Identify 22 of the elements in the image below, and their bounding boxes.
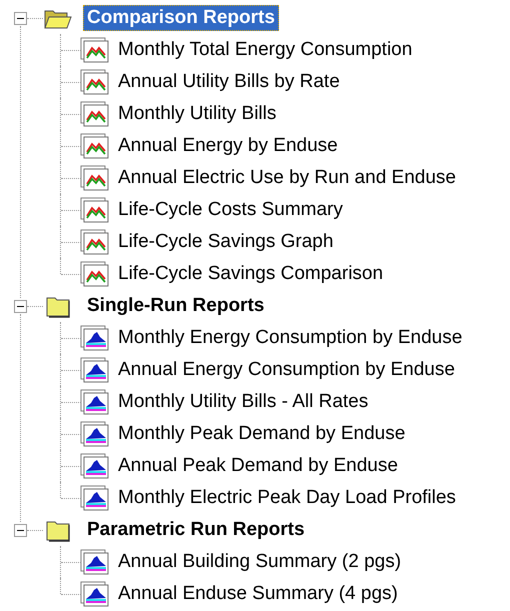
report-label[interactable]: Annual Enduse Summary (4 pgs) — [118, 583, 398, 605]
report-label[interactable]: Monthly Utility Bills - All Rates — [118, 391, 368, 413]
report-label[interactable]: Monthly Total Energy Consumption — [118, 39, 412, 61]
collapse-toggle[interactable] — [14, 12, 27, 24]
collapse-toggle[interactable] — [14, 300, 27, 312]
report-label[interactable]: Monthly Utility Bills — [118, 103, 276, 125]
folder-label[interactable]: Single-Run Reports — [83, 293, 268, 319]
report-label[interactable]: Life-Cycle Costs Summary — [118, 199, 343, 221]
report-label[interactable]: Annual Energy by Enduse — [118, 135, 338, 157]
report-label[interactable]: Monthly Electric Peak Day Load Profiles — [118, 487, 456, 509]
report-label[interactable]: Annual Electric Use by Run and Enduse — [118, 167, 456, 189]
folder-label[interactable]: Parametric Run Reports — [83, 517, 309, 543]
report-label[interactable]: Monthly Peak Demand by Enduse — [118, 423, 406, 445]
report-label[interactable]: Annual Building Summary (2 pgs) — [118, 551, 402, 573]
report-label[interactable]: Annual Energy Consumption by Enduse — [118, 359, 455, 381]
report-label[interactable]: Life-Cycle Savings Comparison — [118, 263, 384, 285]
report-label[interactable]: Annual Utility Bills by Rate — [118, 71, 340, 93]
report-label[interactable]: Monthly Energy Consumption by Enduse — [118, 327, 462, 349]
report-label[interactable]: Annual Peak Demand by Enduse — [118, 455, 398, 477]
folder-label[interactable]: Comparison Reports — [83, 5, 279, 31]
report-label[interactable]: Life-Cycle Savings Graph — [118, 231, 334, 253]
collapse-toggle[interactable] — [14, 524, 27, 536]
